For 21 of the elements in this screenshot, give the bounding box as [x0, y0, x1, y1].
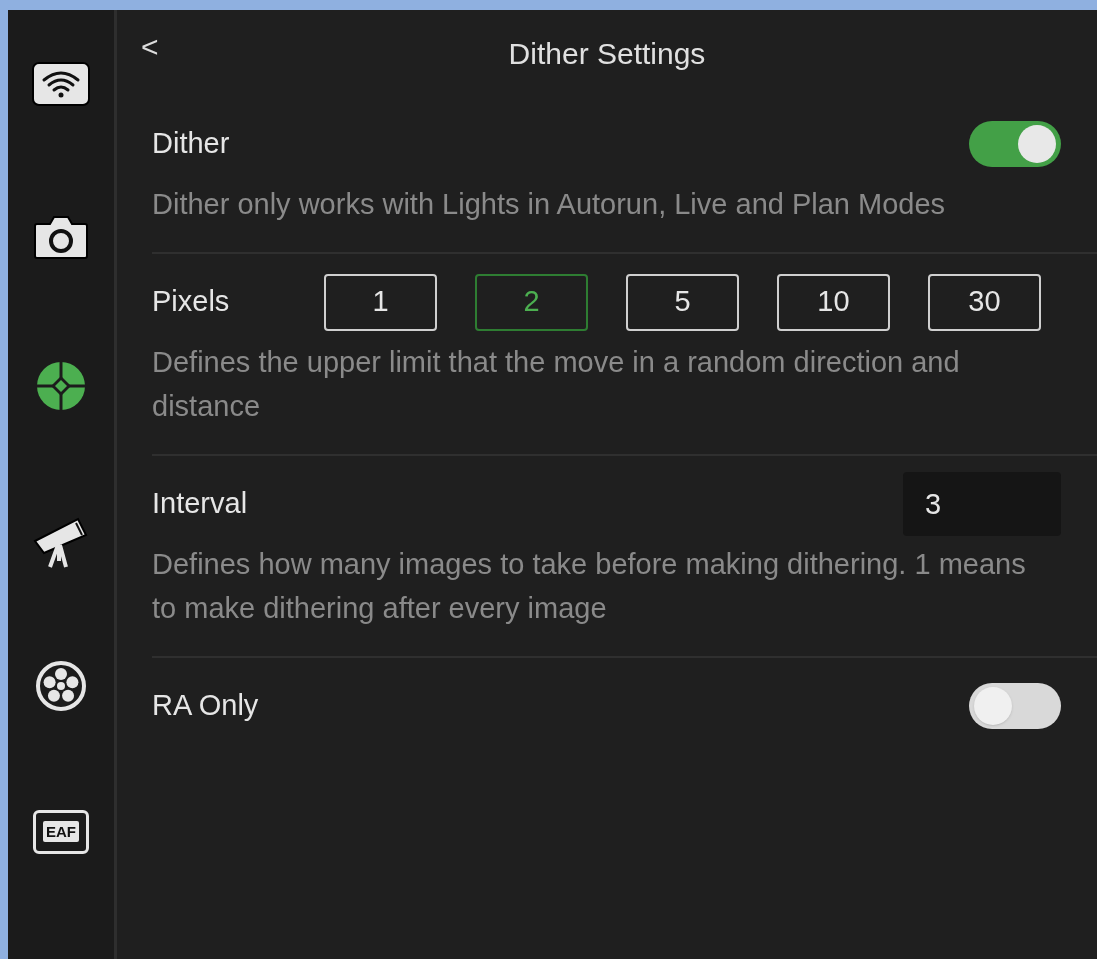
- setting-label: Interval: [152, 486, 249, 522]
- interval-field[interactable]: 3: [903, 472, 1061, 536]
- option-button[interactable]: 1: [324, 273, 437, 331]
- toggle-switch[interactable]: [969, 683, 1061, 729]
- setting-description: Dither only works with Lights in Autorun, Live and Plan Modes: [152, 187, 947, 222]
- option-button[interactable]: 5: [626, 273, 739, 331]
- page-title: Dither Settings: [508, 35, 706, 72]
- filter-wheel-icon[interactable]: [35, 660, 87, 712]
- toggle-switch[interactable]: [969, 121, 1061, 167]
- eaf-icon[interactable]: EAF: [33, 809, 89, 854]
- crosshair-icon[interactable]: [36, 361, 86, 411]
- setting-label: RA Only: [152, 688, 260, 724]
- setting-label: Pixels: [152, 284, 231, 320]
- setting-description: Defines how many images to take before making dithering. 1 means to make dithering after every image: [152, 547, 1027, 626]
- setting-description: Defines the upper limit that the move in a random direction and distance: [152, 345, 961, 424]
- setting-label: Dither: [152, 126, 231, 162]
- back-button[interactable]: <: [141, 32, 159, 62]
- option-button[interactable]: 2: [475, 273, 588, 331]
- option-button[interactable]: 30: [928, 273, 1041, 331]
- wifi-icon[interactable]: [32, 62, 90, 106]
- option-button[interactable]: 10: [777, 273, 890, 331]
